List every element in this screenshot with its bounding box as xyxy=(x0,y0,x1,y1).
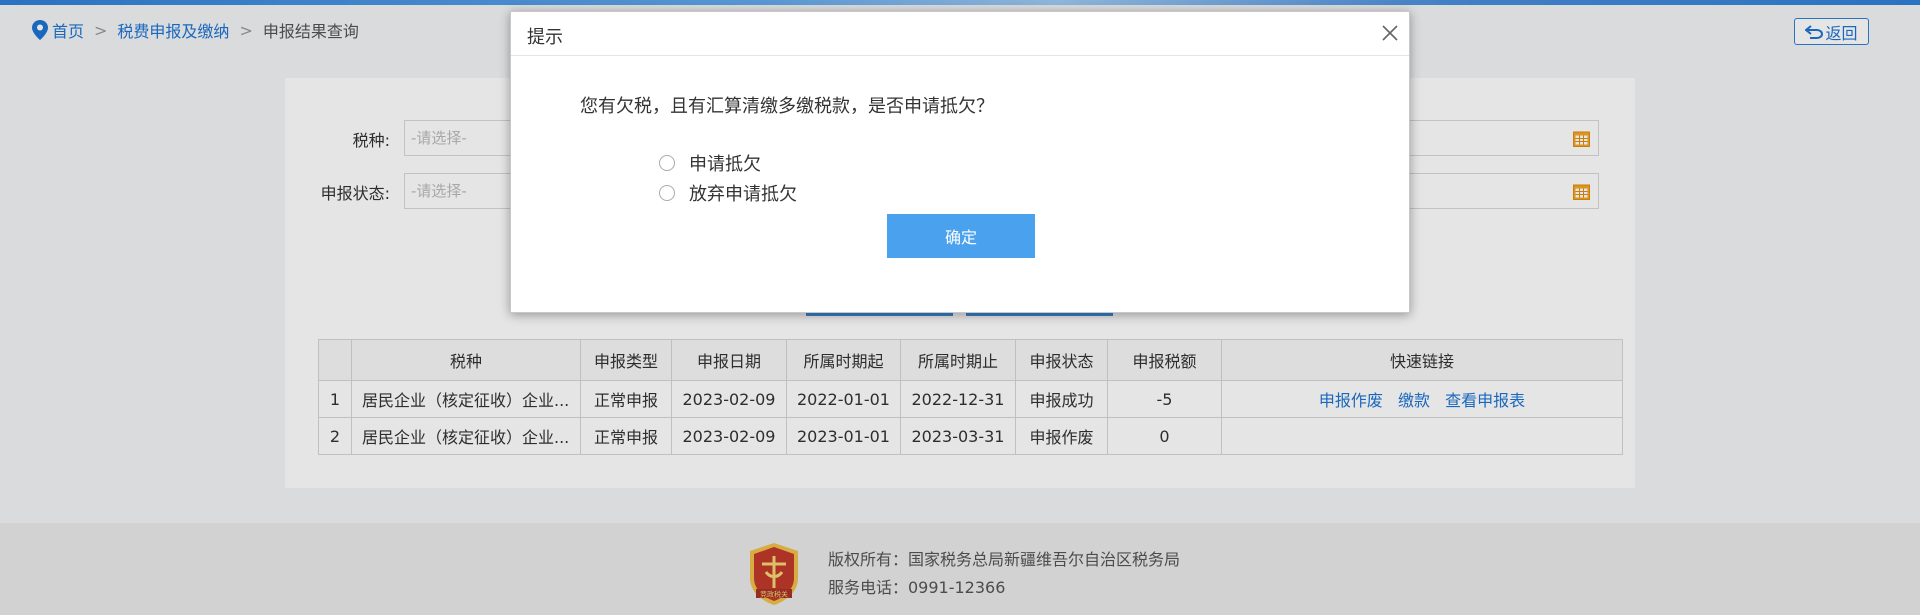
radio-button[interactable] xyxy=(659,155,675,171)
option-label: 放弃申请抵欠 xyxy=(689,184,797,205)
dialog-title: 提示 xyxy=(527,27,563,48)
prompt-dialog: 提示 您有欠税，且有汇算清缴多缴税款，是否申请抵欠？ 申请抵欠 放弃申请抵欠 确… xyxy=(510,11,1410,313)
option-decline-offset[interactable]: 放弃申请抵欠 xyxy=(659,180,797,206)
radio-button[interactable] xyxy=(659,185,675,201)
confirm-button[interactable]: 确定 xyxy=(887,214,1035,258)
close-icon[interactable] xyxy=(1381,24,1399,42)
option-label: 申请抵欠 xyxy=(689,154,761,175)
option-apply-offset[interactable]: 申请抵欠 xyxy=(659,150,761,176)
dialog-question: 您有欠税，且有汇算清缴多缴税款，是否申请抵欠？ xyxy=(580,96,994,117)
dialog-header: 提示 xyxy=(511,12,1409,56)
